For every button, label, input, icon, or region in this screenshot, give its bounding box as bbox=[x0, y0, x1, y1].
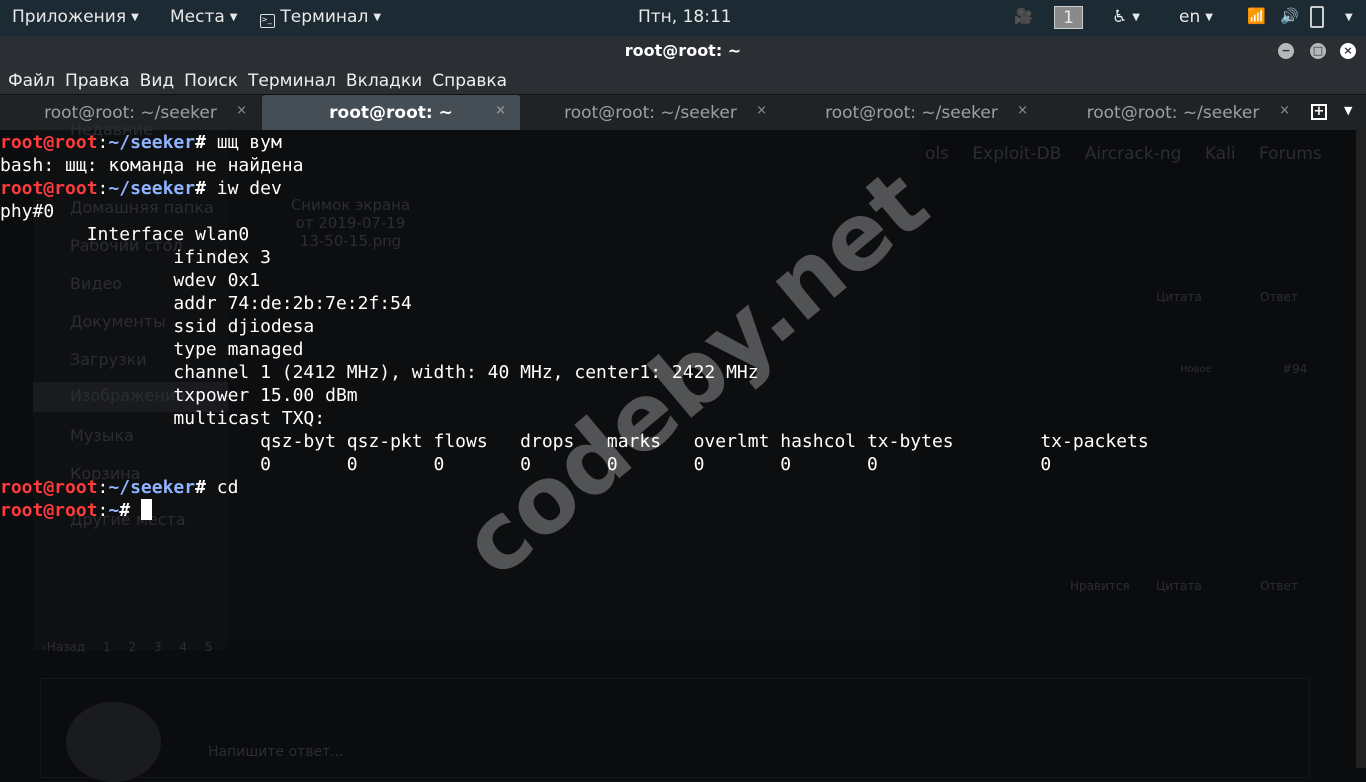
wifi-icon[interactable]: 📶 bbox=[1247, 7, 1266, 25]
tab-label: root@root: ~ bbox=[329, 103, 453, 123]
prompt-line: root@root:~/seeker# iw dev bbox=[0, 177, 1366, 200]
battery-icon[interactable] bbox=[1310, 6, 1324, 28]
output-line: 0 0 0 0 0 0 0 0 0 bbox=[0, 454, 1052, 475]
menu-search[interactable]: Поиск bbox=[184, 66, 238, 94]
clock[interactable]: Птн, 18:11 bbox=[638, 7, 732, 27]
tab-3[interactable]: root@root: ~/seeker × bbox=[520, 95, 781, 131]
prompt-user: root@root bbox=[0, 477, 98, 498]
menu-view[interactable]: Вид bbox=[140, 66, 174, 94]
window-title: root@root: ~ bbox=[624, 41, 742, 60]
close-tab-icon[interactable]: × bbox=[1017, 93, 1028, 129]
output-line: wdev 0x1 bbox=[0, 270, 261, 291]
terminal-output[interactable]: root@root:~/seeker# шщ вум bash: шщ: кома… bbox=[0, 130, 1366, 768]
top-panel: Приложения ▼ Места ▼ >_ Терминал ▼ Птн, 18:… bbox=[0, 0, 1366, 36]
terminal-app-menu[interactable]: >_ Терминал ▼ bbox=[260, 7, 381, 28]
close-tab-icon[interactable]: × bbox=[756, 93, 767, 129]
output-line: ssid djiodesa bbox=[0, 316, 315, 337]
output-line: phy#0 bbox=[0, 201, 55, 222]
prompt-user: root@root bbox=[0, 500, 98, 521]
tab-5[interactable]: root@root: ~/seeker × bbox=[1042, 95, 1304, 131]
keyboard-layout[interactable]: en ▼ bbox=[1179, 7, 1213, 27]
system-menu-caret[interactable]: ▼ bbox=[1340, 7, 1353, 27]
terminal-label: Терминал bbox=[280, 7, 369, 27]
tab-label: root@root: ~/seeker bbox=[1086, 103, 1260, 123]
close-tab-icon[interactable]: × bbox=[236, 93, 247, 129]
places-menu[interactable]: Места ▼ bbox=[170, 7, 238, 27]
accessibility-icon[interactable]: ♿ ▼ bbox=[1112, 7, 1140, 27]
output-line: qsz-byt qsz-pkt flows drops marks overlm… bbox=[0, 431, 1149, 452]
menu-terminal[interactable]: Терминал bbox=[248, 66, 336, 94]
output-line: channel 1 (2412 MHz), width: 40 MHz, cen… bbox=[0, 362, 759, 383]
places-label: Места bbox=[170, 7, 225, 27]
prompt-line: root@root:~/seeker# cd bbox=[0, 476, 1366, 499]
output-line: txpower 15.00 dBm bbox=[0, 385, 358, 406]
prompt-line: root@root:~/seeker# шщ вум bbox=[0, 131, 1366, 154]
prompt-line: root@root:~# bbox=[0, 499, 1366, 522]
menu-file[interactable]: Файл bbox=[8, 66, 55, 94]
prompt-user: root@root bbox=[0, 178, 98, 199]
volume-icon[interactable]: 🔊 bbox=[1280, 7, 1299, 25]
output-line: multicast TXQ: bbox=[0, 408, 326, 429]
caret-down-icon: ▼ bbox=[373, 12, 382, 23]
output-line: bash: шщ: команда не найдена bbox=[0, 155, 304, 176]
close-tab-icon[interactable]: × bbox=[1279, 93, 1290, 129]
prompt-path: :~/seeker bbox=[97, 477, 196, 498]
tab-4[interactable]: root@root: ~/seeker × bbox=[781, 95, 1042, 131]
tab-label: root@root: ~/seeker bbox=[825, 103, 998, 123]
caret-down-icon: ▼ bbox=[131, 12, 139, 23]
command: # cd bbox=[195, 477, 239, 498]
scrollbar[interactable] bbox=[1356, 130, 1366, 768]
output-line: ifindex 3 bbox=[0, 247, 271, 268]
menu-tabs[interactable]: Вкладки bbox=[346, 66, 422, 94]
tab-2-active[interactable]: root@root: ~ × bbox=[262, 95, 520, 131]
close-button[interactable]: × bbox=[1340, 43, 1356, 59]
command: # шщ вум bbox=[195, 132, 282, 153]
prompt-path: :~/seeker bbox=[97, 132, 196, 153]
lang-label: en bbox=[1179, 7, 1201, 27]
minimize-button[interactable]: − bbox=[1278, 43, 1294, 59]
workspace-indicator[interactable]: 1 bbox=[1054, 6, 1083, 29]
close-tab-icon[interactable]: × bbox=[495, 93, 506, 129]
output-line: Interface wlan0 bbox=[0, 224, 250, 245]
new-tab-icon[interactable]: + bbox=[1311, 104, 1327, 120]
prompt-path: :~ bbox=[97, 500, 120, 521]
tabs-dropdown-icon[interactable]: ▼ bbox=[1344, 104, 1352, 117]
prompt-path: :~/seeker bbox=[97, 178, 196, 199]
cursor bbox=[140, 499, 152, 520]
caret-down-icon: ▼ bbox=[229, 12, 238, 23]
prompt-user: root@root bbox=[0, 132, 98, 153]
command: # iw dev bbox=[195, 178, 282, 199]
window-titlebar: root@root: ~ − □ × bbox=[0, 36, 1366, 66]
tab-bar: root@root: ~/seeker × root@root: ~ × root@… bbox=[0, 93, 1366, 131]
menu-help[interactable]: Справка bbox=[432, 66, 507, 94]
output-line: type managed bbox=[0, 339, 304, 360]
tab-label: root@root: ~/seeker bbox=[564, 103, 737, 123]
menu-bar: Файл Правка Вид Поиск Терминал Вкладки С… bbox=[0, 66, 1366, 94]
maximize-button[interactable]: □ bbox=[1310, 43, 1326, 59]
command: # bbox=[119, 500, 131, 521]
applications-label: Приложения bbox=[12, 7, 127, 27]
applications-menu[interactable]: Приложения ▼ bbox=[12, 7, 139, 27]
menu-edit[interactable]: Правка bbox=[65, 66, 130, 94]
camera-icon[interactable]: 🎥 bbox=[1014, 7, 1033, 25]
output-line: addr 74:de:2b:7e:2f:54 bbox=[0, 293, 412, 314]
terminal-icon: >_ bbox=[260, 14, 275, 28]
